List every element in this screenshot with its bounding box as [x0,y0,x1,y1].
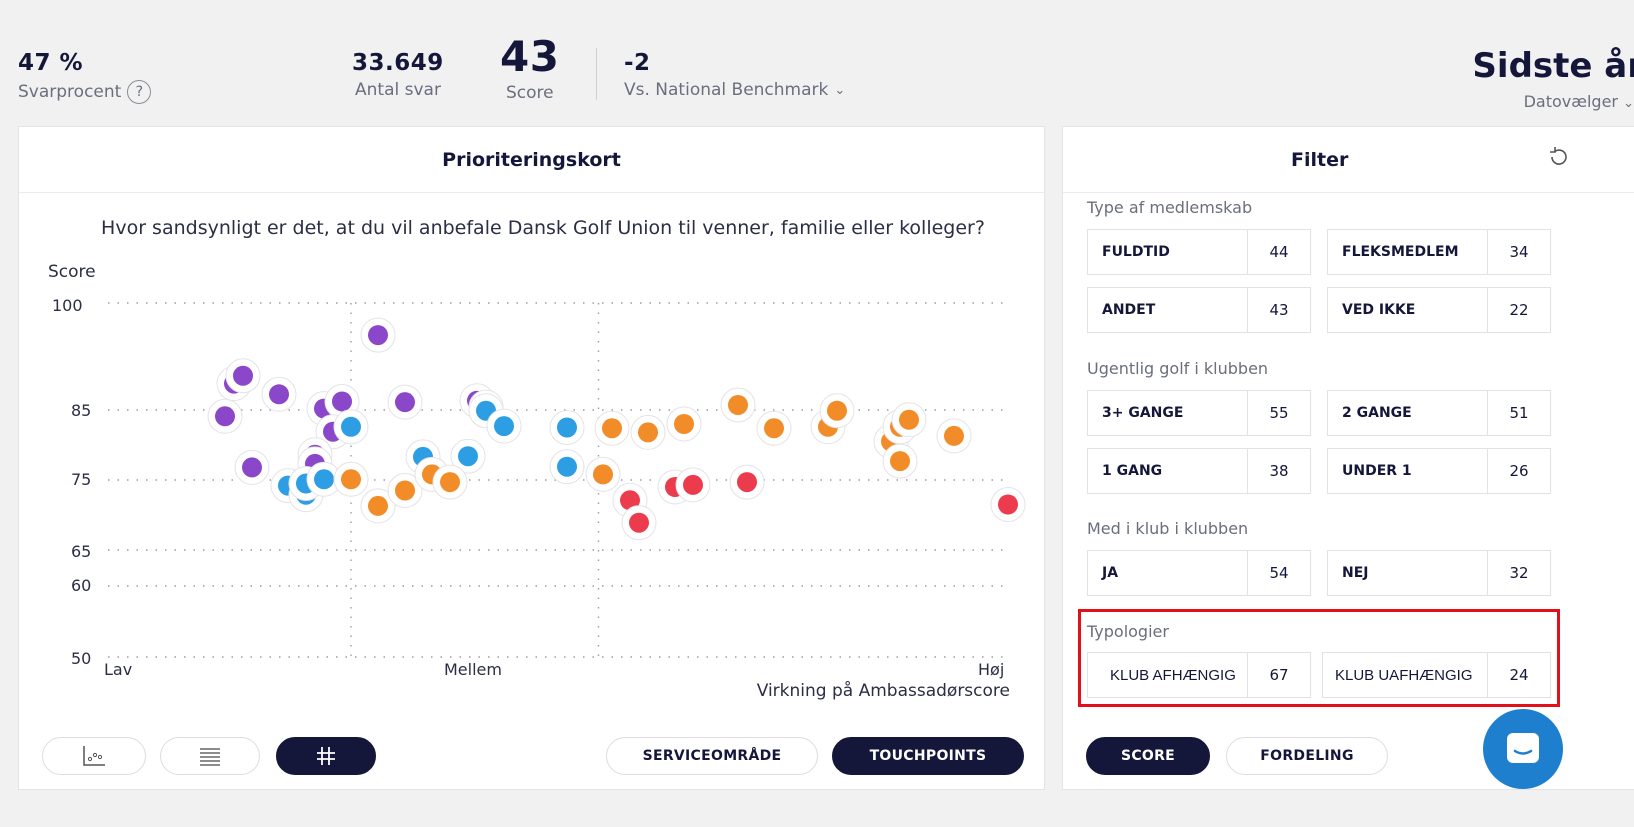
chat-button[interactable] [1483,709,1563,789]
filter-item-label: 1 GANG [1088,449,1248,493]
filter-item-count: 44 [1269,243,1289,261]
filter-item-label: NEJ [1328,551,1488,595]
chat-icon [1507,733,1539,763]
data-point [395,480,415,501]
data-point [899,409,919,430]
reset-icon[interactable] [1547,145,1571,169]
data-point [764,418,784,439]
filter-item-count: 32 [1509,564,1529,582]
filter-item[interactable]: FLEKSMEDLEM 34 [1327,229,1551,275]
list-view-icon [200,748,220,766]
data-point [629,512,649,533]
data-point [341,416,361,437]
score-button[interactable]: SCORE [1086,737,1210,775]
service-area-button[interactable]: SERVICEOMRÅDE [606,737,818,775]
filter-item[interactable]: 1 GANG 38 [1087,448,1311,494]
scatter-view-icon [83,746,105,766]
filter-item-count: 34 [1509,243,1529,261]
filter-item-label: 3+ GANGE [1088,391,1248,435]
data-point [440,472,460,493]
data-point [557,456,577,477]
data-point [998,494,1018,515]
filter-item-count: 22 [1509,301,1529,319]
filter-item-label: ANDET [1088,288,1248,332]
data-point [494,416,514,437]
grid-view-button[interactable] [276,737,376,775]
filter-item-label: UNDER 1 [1328,449,1488,493]
data-point [314,469,334,490]
filter-item-count: 26 [1509,462,1529,480]
filter-item-label: FLEKSMEDLEM [1328,230,1488,274]
data-point [368,325,388,346]
data-point [674,414,694,434]
data-point [269,384,289,405]
data-point [602,418,622,439]
filter-item[interactable]: VED IKKE 22 [1327,287,1551,333]
filter-group-title: Ugentlig golf i klubben [1087,359,1269,378]
filter-item[interactable]: UNDER 1 26 [1327,448,1551,494]
data-point [890,451,910,472]
data-point [728,395,748,416]
data-point [233,365,253,386]
data-point [593,464,613,485]
highlight-box [1078,609,1560,707]
data-point [215,406,235,427]
filter-title: Filter [1291,148,1349,171]
data-point [368,495,388,516]
filter-group-title: Med i klub i klubben [1087,519,1249,538]
data-point [557,417,577,438]
data-point [683,474,703,495]
data-point [827,400,847,421]
filter-item-count: 51 [1509,404,1529,422]
grid-view-icon [317,747,335,765]
filter-item-label: JA [1088,551,1248,595]
filter-item-count: 54 [1269,564,1289,582]
filter-item-count: 43 [1269,301,1289,319]
filter-item[interactable]: JA 54 [1087,550,1311,596]
data-point [458,446,478,467]
filter-item-count: 55 [1269,404,1289,422]
data-point [638,422,658,443]
filter-item-count: 38 [1269,462,1289,480]
filter-item-label: VED IKKE [1328,288,1488,332]
filter-item[interactable]: NEJ 32 [1327,550,1551,596]
data-point [395,392,415,413]
list-view-button[interactable] [160,737,260,775]
filter-group-title: Type af medlemskab [1087,198,1253,217]
data-point [944,425,964,446]
data-point [242,457,262,478]
data-point [341,469,361,490]
filter-item[interactable]: ANDET 43 [1087,287,1311,333]
distribution-button[interactable]: FORDELING [1226,737,1388,775]
filter-item[interactable]: FULDTID 44 [1087,229,1311,275]
filter-item[interactable]: 2 GANGE 51 [1327,390,1551,436]
data-point [332,391,352,412]
data-point [737,472,757,493]
filter-item-label: 2 GANGE [1328,391,1488,435]
touchpoints-button[interactable]: TOUCHPOINTS [832,737,1024,775]
scatter-view-button[interactable] [42,737,146,775]
filter-item-label: FULDTID [1088,230,1248,274]
filter-item[interactable]: 3+ GANGE 55 [1087,390,1311,436]
filter-panel-title: Filter [1063,127,1634,193]
